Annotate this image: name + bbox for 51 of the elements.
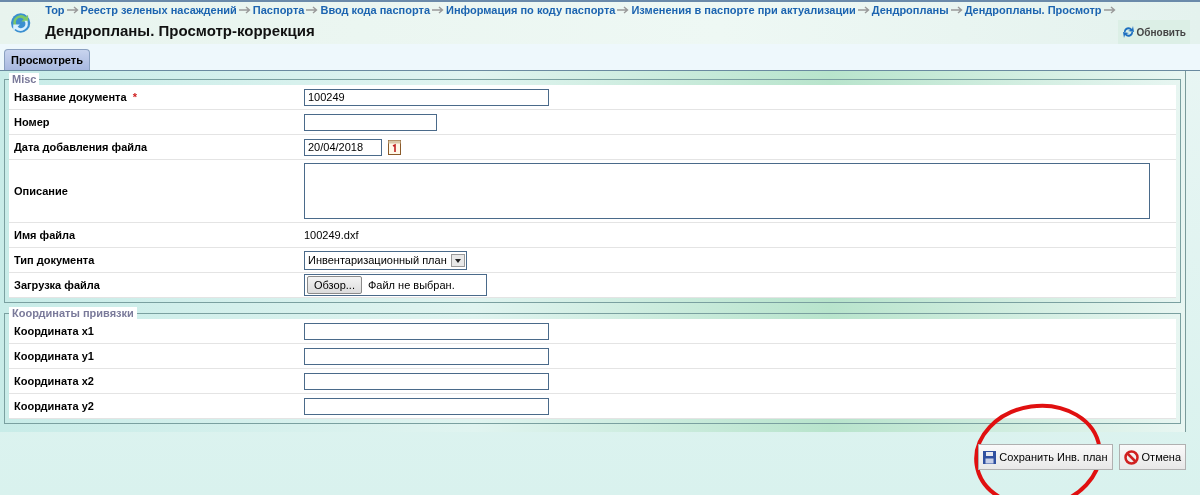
field-label: Тип документа [14, 254, 95, 266]
field-label: Дата добавления файла [14, 141, 148, 153]
breadcrumb-link[interactable]: Информация по коду паспорта [446, 4, 616, 16]
input-field[interactable] [304, 397, 549, 415]
page-title: Дендропланы. Просмотр-коррекция [45, 22, 316, 39]
breadcrumb-link[interactable]: Дендропланы. Просмотр [964, 4, 1102, 16]
arrow-icon [238, 6, 251, 14]
cancel-button[interactable]: Отмена [1118, 444, 1186, 470]
field-label: Номер [14, 116, 50, 128]
refresh-icon [1121, 25, 1135, 39]
field-label: Координата y2 [14, 400, 94, 412]
arrow-icon [66, 6, 79, 14]
section-legend: Misc [9, 73, 40, 85]
text-area[interactable] [304, 163, 1150, 219]
input-field[interactable] [304, 322, 549, 340]
field-label: Имя файла [14, 229, 76, 241]
breadcrumb-link[interactable]: Паспорта [252, 4, 305, 16]
no-entry-icon [1123, 449, 1139, 465]
breadcrumb-link[interactable]: Реестр зеленых насаждений [80, 4, 237, 16]
file-status: Файл не выбран. [367, 279, 455, 291]
field-label: Описание [14, 185, 68, 197]
input-field[interactable]: 100249 [304, 88, 549, 106]
field-label: Координата y1 [14, 350, 94, 362]
select-dropdown[interactable]: Инвентаризационный план [304, 250, 467, 270]
breadcrumb-link[interactable]: Top [45, 4, 65, 16]
arrow-icon [617, 6, 630, 14]
tab[interactable]: Просмотреть [4, 49, 90, 70]
calendar-icon[interactable] [388, 139, 401, 155]
browse-button[interactable]: Обзор... [307, 276, 362, 294]
arrow-icon [950, 6, 963, 14]
breadcrumb-link[interactable]: Изменения в паспорте при актуализации [631, 4, 856, 16]
caret-icon [450, 253, 465, 267]
input-field[interactable] [304, 347, 549, 365]
input-field[interactable] [304, 372, 549, 390]
refresh-button[interactable]: Обновить [1117, 20, 1190, 44]
field-label: Координата x1 [14, 325, 94, 337]
save-button[interactable]: Сохранить Инв. план [978, 444, 1113, 470]
field-label: Загрузка файла [14, 279, 100, 291]
arrow-icon [306, 6, 319, 14]
field-label: Координата x2 [14, 375, 94, 387]
date-field[interactable]: 20/04/2018 [304, 138, 382, 156]
arrow-icon [857, 6, 870, 14]
breadcrumb-link[interactable]: Дендропланы [871, 4, 949, 16]
section-legend: Координаты привязки [9, 307, 137, 319]
field-label: Название документа [14, 91, 127, 103]
breadcrumb-link[interactable]: Ввод кода паспорта [320, 4, 431, 16]
arrow-icon [432, 6, 445, 14]
field-value: 100249.dxf [304, 229, 359, 241]
input-field[interactable] [304, 113, 437, 131]
arrow-icon [1103, 6, 1116, 14]
required-mark: * [132, 91, 137, 103]
